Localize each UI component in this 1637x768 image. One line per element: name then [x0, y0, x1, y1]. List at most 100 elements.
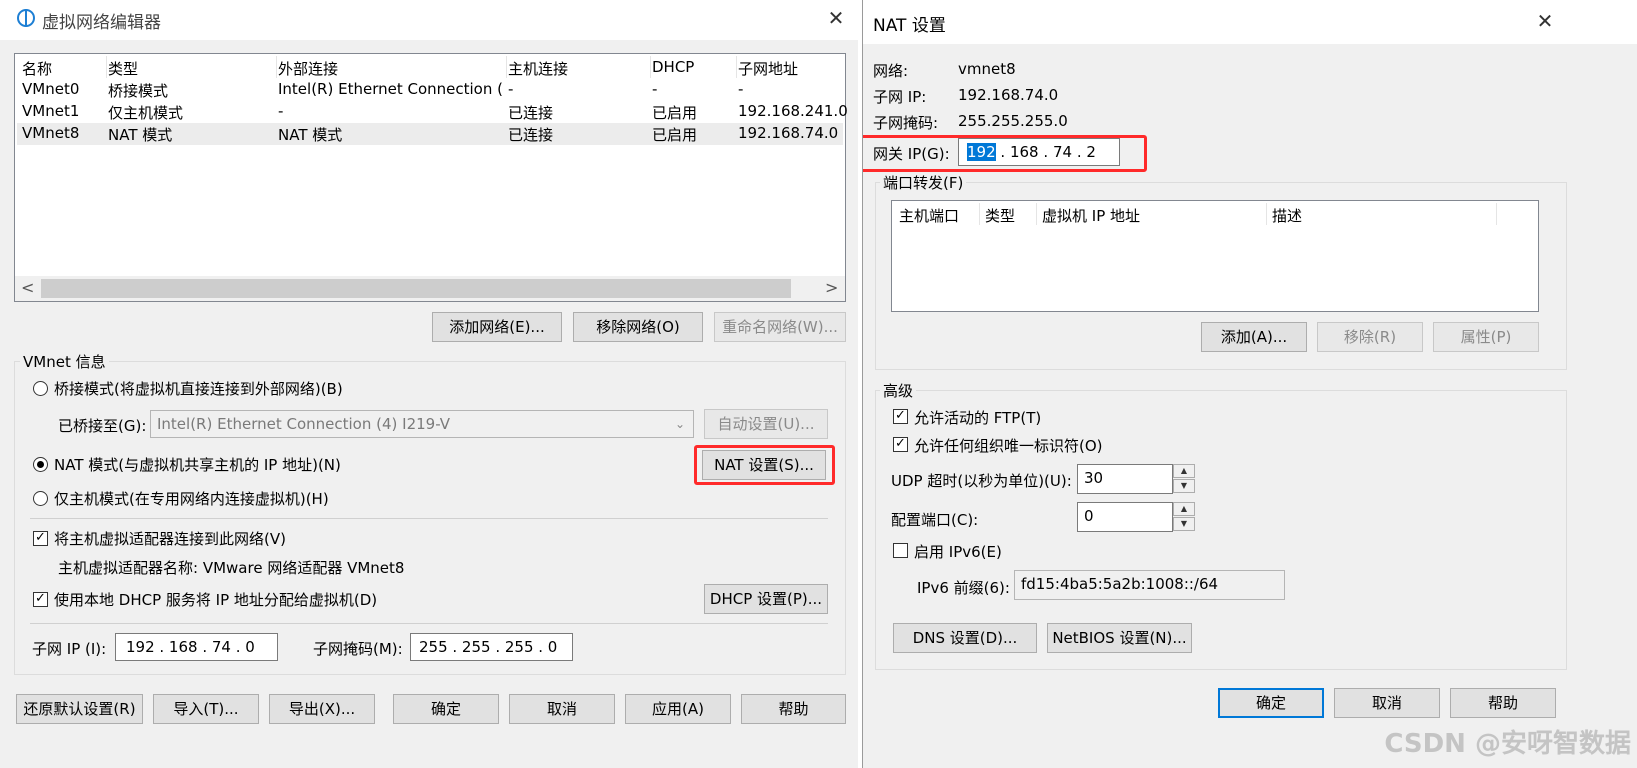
- remove-port-button[interactable]: 移除(R): [1317, 322, 1423, 352]
- cell-dhcp: 已启用: [652, 126, 698, 144]
- export-button[interactable]: 导出(X)...: [269, 694, 375, 724]
- cell-subnet: 192.168.74.0: [738, 124, 839, 142]
- virtual-network-editor-window: 虚拟网络编辑器 ✕ 名称 类型 外部连接 主机连接 DHCP 子网地址 VMne…: [0, 0, 858, 768]
- help-button[interactable]: 帮助: [1450, 688, 1556, 718]
- import-button[interactable]: 导入(T)...: [153, 694, 259, 724]
- globe-line-icon: [25, 9, 27, 27]
- column-header-description[interactable]: 描述: [1272, 205, 1302, 226]
- connect-adapter-label[interactable]: 将主机虚拟适配器连接到此网络(V): [54, 528, 286, 549]
- apply-button[interactable]: 应用(A): [625, 694, 731, 724]
- header-divider: [736, 56, 737, 78]
- udp-timeout-down-icon[interactable]: ▼: [1173, 479, 1195, 493]
- rename-network-button[interactable]: 重命名网络(W)...: [714, 312, 846, 342]
- cell-external: -: [278, 102, 284, 120]
- config-port-down-icon[interactable]: ▼: [1173, 517, 1195, 531]
- udp-timeout-input[interactable]: 30: [1077, 464, 1173, 494]
- scroll-left-icon[interactable]: <: [21, 278, 34, 297]
- cell-subnet: -: [738, 80, 744, 98]
- add-port-button[interactable]: 添加(A)...: [1201, 322, 1307, 352]
- gateway-highlight: [863, 135, 1147, 172]
- bridge-mode-radio[interactable]: [33, 381, 48, 396]
- ok-button[interactable]: 确定: [393, 694, 499, 724]
- nat-mode-radio[interactable]: [33, 457, 48, 472]
- port-properties-button[interactable]: 属性(P): [1433, 322, 1539, 352]
- table-row[interactable]: VMnet0 桥接模式 Intel(R) Ethernet Connection…: [17, 79, 843, 101]
- network-table[interactable]: 名称 类型 外部连接 主机连接 DHCP 子网地址 VMnet0 桥接模式 In…: [14, 53, 848, 302]
- subnet-mask-value: 255.255.255.0: [958, 112, 1068, 130]
- header-divider: [1036, 203, 1037, 225]
- auto-settings-button[interactable]: 自动设置(U)...: [704, 409, 828, 439]
- allow-uid-checkbox[interactable]: ✓: [893, 437, 908, 452]
- column-header-type[interactable]: 类型: [985, 205, 1015, 226]
- add-network-button[interactable]: 添加网络(E)...: [432, 312, 562, 342]
- config-port-label: 配置端口(C):: [891, 511, 979, 529]
- scroll-right-icon[interactable]: >: [825, 278, 838, 297]
- network-value: vmnet8: [958, 60, 1016, 78]
- subnet-mask-input[interactable]: 255 . 255 . 255 . 0: [410, 633, 573, 661]
- cell-host: 已连接: [508, 126, 554, 144]
- bridged-to-select[interactable]: Intel(R) Ethernet Connection (4) I219-V …: [150, 410, 694, 438]
- header-divider: [276, 56, 277, 78]
- close-icon[interactable]: ✕: [1535, 11, 1555, 32]
- port-forwarding-label: 端口转发(F): [880, 172, 967, 193]
- cell-name: VMnet8: [22, 124, 80, 142]
- column-header-vm-ip[interactable]: 虚拟机 IP 地址: [1042, 205, 1140, 226]
- enable-ipv6-label[interactable]: 启用 IPv6(E): [914, 541, 1002, 562]
- bridge-mode-label[interactable]: 桥接模式(将虚拟机直接连接到外部网络)(B): [54, 378, 343, 399]
- config-port-up-icon[interactable]: ▲: [1173, 502, 1195, 516]
- ok-button[interactable]: 确定: [1218, 688, 1324, 718]
- subnet-ip-value: 192.168.74.0: [958, 86, 1059, 104]
- port-forwarding-table[interactable]: 主机端口 类型 虚拟机 IP 地址 描述: [891, 200, 1539, 312]
- horizontal-scrollbar[interactable]: < >: [15, 276, 845, 301]
- cancel-button[interactable]: 取消: [509, 694, 615, 724]
- remove-network-button[interactable]: 移除网络(O): [573, 312, 703, 342]
- nat-mode-label[interactable]: NAT 模式(与虚拟机共享主机的 IP 地址)(N): [54, 454, 341, 475]
- dhcp-settings-button[interactable]: DHCP 设置(P)...: [704, 584, 828, 614]
- cell-type: NAT 模式: [108, 126, 173, 144]
- use-dhcp-label[interactable]: 使用本地 DHCP 服务将 IP 地址分配给虚拟机(D): [54, 589, 377, 610]
- column-header-name[interactable]: 名称: [22, 58, 52, 79]
- enable-ipv6-checkbox[interactable]: [893, 543, 908, 558]
- header-divider: [979, 203, 980, 225]
- divider: [30, 518, 828, 519]
- netbios-settings-button[interactable]: NetBIOS 设置(N)...: [1047, 623, 1192, 653]
- host-only-radio[interactable]: [33, 491, 48, 506]
- cell-type: 桥接模式: [108, 82, 169, 100]
- subnet-ip-label: 子网 IP:: [873, 88, 927, 106]
- allow-ftp-checkbox[interactable]: ✓: [893, 409, 908, 424]
- ipv6-prefix-label: IPv6 前缀(6):: [917, 579, 1010, 597]
- table-row[interactable]: VMnet1 仅主机模式 - 已连接 已启用 192.168.241.0: [17, 101, 848, 123]
- allow-uid-label[interactable]: 允许任何组织唯一标识符(O): [914, 435, 1103, 456]
- subnet-ip-input[interactable]: 192 . 168 . 74 . 0: [115, 633, 278, 661]
- allow-ftp-label[interactable]: 允许活动的 FTP(T): [914, 407, 1041, 428]
- udp-timeout-up-icon[interactable]: ▲: [1173, 464, 1195, 478]
- network-label: 网络:: [873, 62, 909, 80]
- window-title: 虚拟网络编辑器: [42, 13, 161, 33]
- connect-adapter-checkbox[interactable]: ✓: [33, 531, 48, 546]
- column-header-external[interactable]: 外部连接: [278, 58, 338, 79]
- column-header-host-port[interactable]: 主机端口: [899, 205, 959, 226]
- cell-type: 仅主机模式: [108, 104, 184, 122]
- bridged-to-label: 已桥接至(G):: [58, 417, 147, 435]
- udp-timeout-label: UDP 超时(以秒为单位)(U):: [891, 472, 1072, 490]
- cell-host: -: [508, 80, 514, 98]
- title-bar: NAT 设置 ✕: [863, 0, 1637, 44]
- column-header-type[interactable]: 类型: [108, 58, 138, 79]
- restore-defaults-button[interactable]: 还原默认设置(R): [16, 694, 143, 724]
- dns-settings-button[interactable]: DNS 设置(D)...: [893, 623, 1037, 653]
- column-header-dhcp[interactable]: DHCP: [652, 58, 694, 76]
- cell-name: VMnet1: [22, 102, 80, 120]
- cancel-button[interactable]: 取消: [1334, 688, 1440, 718]
- column-header-subnet[interactable]: 子网地址: [738, 58, 798, 79]
- host-only-label[interactable]: 仅主机模式(在专用网络内连接虚拟机)(H): [54, 488, 329, 509]
- help-button[interactable]: 帮助: [741, 694, 846, 724]
- scrollbar-thumb[interactable]: [41, 279, 791, 298]
- use-dhcp-checkbox[interactable]: ✓: [33, 592, 48, 607]
- close-icon[interactable]: ✕: [826, 8, 846, 29]
- header-divider: [1496, 203, 1497, 225]
- table-row-selected[interactable]: VMnet8 NAT 模式 NAT 模式 已连接 已启用 192.168.74.…: [17, 123, 843, 145]
- ipv6-prefix-input[interactable]: fd15:4ba5:5a2b:1008::/64: [1014, 570, 1285, 600]
- config-port-input[interactable]: 0: [1077, 502, 1173, 532]
- column-header-host[interactable]: 主机连接: [508, 58, 568, 79]
- cell-external: NAT 模式: [278, 126, 343, 144]
